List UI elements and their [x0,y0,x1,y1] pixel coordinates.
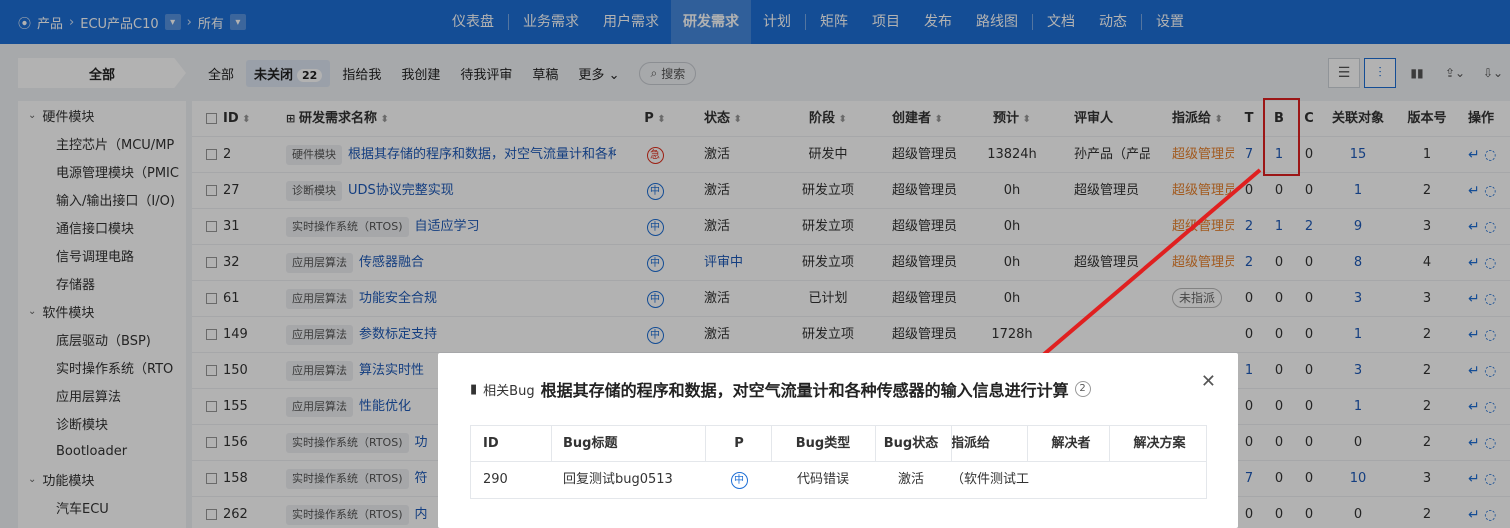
column-divider [551,426,552,462]
bug-cell-status: 激活 [897,472,924,487]
bugs-column-header: 指派给 [951,436,991,451]
bug-count-badge: 2 [1074,381,1091,397]
dialog-header: ▮ 相关Bug 根据其存储的程序和数据，对空气流量计和各种传感器的输入信息进行计… [470,377,1091,401]
column-divider [1109,426,1110,462]
close-icon[interactable]: ✕ [1201,371,1216,392]
bugs-column-header: ID [483,436,499,451]
column-divider [875,426,876,462]
bugs-table: ID Bug标题 P Bug类型 Bug状态 指派给 解决者 解决方案 290 回复测试bug05… [470,425,1207,499]
bugs-column-header: P [734,436,744,451]
bugs-column-header: Bug状态 [883,436,939,451]
bug-cell-assignee: （软件测试工 [951,472,1029,487]
related-bugs-dialog: ▮ 相关Bug 根据其存储的程序和数据，对空气流量计和各种传感器的输入信息进行计… [438,353,1238,528]
column-divider [771,426,772,462]
bug-cell-id: 290 [483,472,508,487]
bug-cell-title[interactable]: 回复测试bug0513 [563,462,703,498]
bug-cell-type: 代码错误 [796,472,849,487]
bug-cell-resolver [1031,462,1111,498]
dialog-label: 相关Bug [483,383,535,399]
bugs-column-header: 解决方案 [1133,436,1186,451]
bugs-header-row: ID Bug标题 P Bug类型 Bug状态 指派给 解决者 解决方案 [471,426,1206,462]
bugs-column-header: 解决者 [1051,436,1091,451]
bug-cell-p: 中 [707,462,771,498]
column-divider [1027,426,1028,462]
column-divider [705,426,706,462]
bugs-column-header: Bug标题 [563,436,618,451]
bug-cell-resolution [1111,462,1208,498]
column-divider [951,426,952,462]
priority-badge: 中 [730,472,748,489]
dialog-title: 根据其存储的程序和数据，对空气流量计和各种传感器的输入信息进行计算 [540,381,1069,400]
bugs-column-header: Bug类型 [795,436,851,451]
bug-row[interactable]: 290 回复测试bug0513 中 代码错误 激活 （软件测试工 [471,462,1206,498]
bar-chart-icon: ▮ [470,381,478,397]
